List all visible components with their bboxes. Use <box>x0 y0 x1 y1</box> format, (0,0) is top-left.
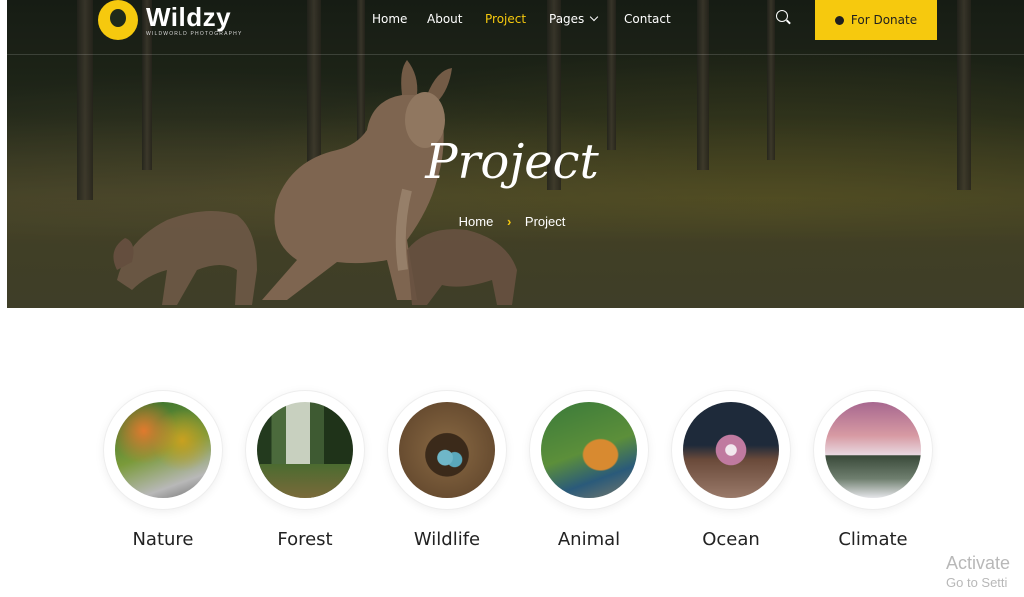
logo-mark-icon <box>98 0 138 40</box>
category-climate[interactable]: Climate <box>813 391 933 550</box>
nav-home[interactable]: Home <box>372 12 407 26</box>
category-label: Animal <box>557 529 621 550</box>
breadcrumb-current: Project <box>524 214 566 229</box>
search-icon[interactable] <box>776 10 788 22</box>
donate-label: For Donate <box>850 13 918 27</box>
animal-photo <box>541 402 637 498</box>
category-nature[interactable]: Nature <box>103 391 223 550</box>
nature-photo <box>115 402 211 498</box>
nav-pages-label: Pages <box>549 12 585 26</box>
category-label: Wildlife <box>413 529 481 550</box>
category-label: Forest <box>277 529 333 550</box>
breadcrumb-home[interactable]: Home <box>459 214 494 229</box>
category-label: Climate <box>838 529 908 550</box>
category-forest[interactable]: Forest <box>245 391 365 550</box>
nav-contact[interactable]: Contact <box>624 12 671 26</box>
nav-divider <box>7 54 1024 55</box>
chevron-right-icon: › <box>506 214 512 229</box>
category-ocean[interactable]: Ocean <box>671 391 791 550</box>
nav-about[interactable]: About <box>427 12 462 26</box>
watermark-line2: Go to Setti <box>946 575 1008 590</box>
category-animal[interactable]: Animal <box>529 391 649 550</box>
activation-watermark: Activate Go to Setti <box>946 552 1010 592</box>
nav-project[interactable]: Project <box>485 12 526 26</box>
category-wildlife-image[interactable] <box>388 391 506 509</box>
nav-pages[interactable]: Pages <box>549 12 599 26</box>
category-climate-image[interactable] <box>814 391 932 509</box>
category-wildlife[interactable]: Wildlife <box>387 391 507 550</box>
category-label: Nature <box>132 529 194 550</box>
page-title: Project <box>425 134 599 190</box>
logo[interactable]: Wildzy WILDWORLD PHOTOGRAPHY <box>98 0 243 40</box>
brand-tagline: WILDWORLD PHOTOGRAPHY <box>146 30 243 37</box>
breadcrumb: Home › Project <box>0 214 1024 229</box>
ocean-photo <box>683 402 779 498</box>
brand-name: Wildzy <box>146 1 232 32</box>
watermark-line1: Activate <box>946 553 1011 573</box>
forest-photo <box>257 402 353 498</box>
category-label: Ocean <box>702 529 760 550</box>
category-animal-image[interactable] <box>530 391 648 509</box>
category-ocean-image[interactable] <box>672 391 790 509</box>
donate-button[interactable]: For Donate <box>815 0 937 40</box>
climate-photo <box>825 402 921 498</box>
chevron-down-icon <box>590 12 599 22</box>
category-forest-image[interactable] <box>246 391 364 509</box>
category-nature-image[interactable] <box>104 391 222 509</box>
donate-icon <box>834 15 844 25</box>
wildlife-photo <box>399 402 495 498</box>
